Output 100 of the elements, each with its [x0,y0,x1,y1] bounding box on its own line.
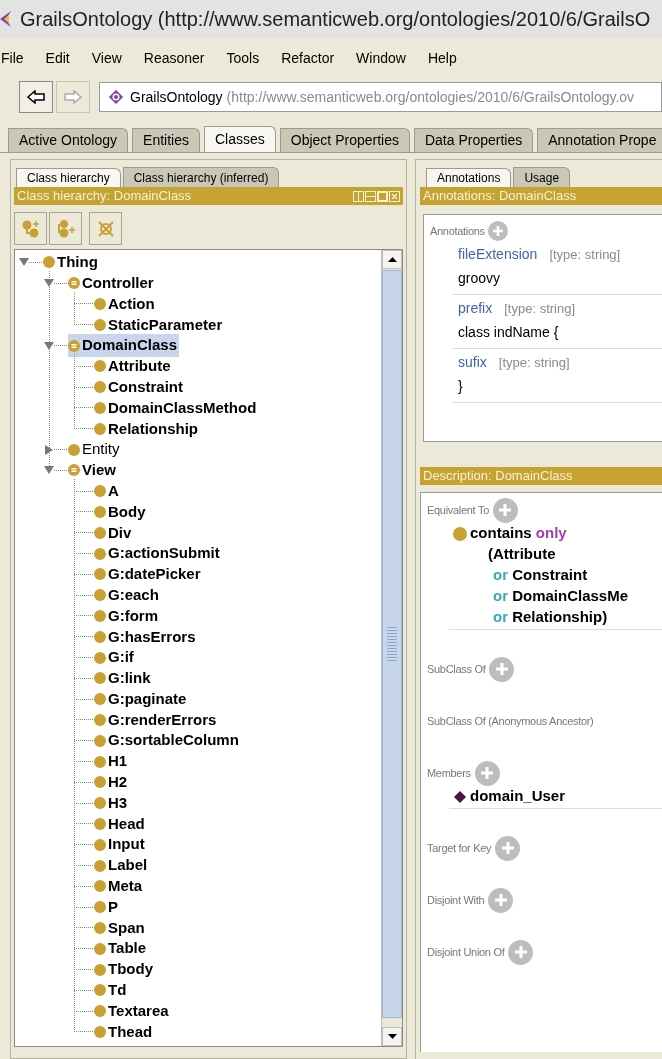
tab[interactable]: Object Properties [279,128,410,152]
menu-item[interactable]: File [1,47,24,69]
tree-item[interactable]: Td [94,979,129,1002]
tree-item[interactable]: DomainClass [68,334,180,357]
maximize-button[interactable] [377,190,388,202]
tree-item[interactable]: Controller [68,271,156,295]
add-button[interactable] [495,835,521,861]
tree-item[interactable]: Thing [43,251,100,274]
split-button[interactable] [353,190,364,202]
section-label: Target for Key [427,840,492,856]
minimize-button[interactable] [365,190,376,202]
add-button[interactable] [492,497,518,523]
tree-item[interactable]: G:form [94,604,160,628]
annotation-value: } [458,377,464,396]
tree-item[interactable]: StaticParameter [94,313,225,337]
annotation-type: [type: string] [504,300,576,318]
tab[interactable]: Usage [513,167,571,187]
panel-title: Annotations: DomainClass [423,187,577,206]
tree-item[interactable]: G:renderErrors [94,708,219,732]
tree-item[interactable]: A [94,479,121,503]
tree-item[interactable]: Action [94,292,157,316]
tree-item[interactable]: G:hasErrors [94,625,198,648]
tree-item[interactable]: Textarea [94,999,171,1023]
tab[interactable]: Class hierarchy [16,168,121,187]
tree-item[interactable]: G:paginate [94,687,189,711]
tree-item[interactable]: G:datePicker [94,563,203,586]
add-subclass-button[interactable] [14,212,47,245]
tab[interactable]: Annotations [426,168,512,187]
collapsed-triangle-icon[interactable] [44,444,54,455]
tree-item[interactable]: Meta [94,875,145,898]
tree-item[interactable]: Relationship [94,417,200,441]
scroll-down-button[interactable] [382,1027,402,1046]
tab[interactable]: Data Properties [413,128,534,152]
right-arrow-icon [64,90,82,104]
tree-item[interactable]: G:link [94,667,153,690]
tree-item[interactable]: Label [94,854,150,877]
annotation-property[interactable]: fileExtension [458,244,538,265]
scroll-up-button[interactable] [382,250,402,269]
tree-item[interactable]: Thead [94,1020,155,1044]
expression-line: (Attribute [488,544,556,565]
tree-item[interactable]: DomainClassMethod [94,396,259,420]
tree-item[interactable]: G:sortableColumn [94,729,241,752]
expanded-triangle-icon[interactable] [44,465,54,476]
delete-class-button[interactable] [89,212,122,245]
tree-item[interactable]: Body [94,500,148,524]
tree-item[interactable]: H1 [94,750,130,773]
tree-item[interactable]: Span [94,916,147,940]
tree-item[interactable]: View [68,459,118,482]
expanded-triangle-icon[interactable] [19,257,29,268]
tree-item[interactable]: G:if [94,646,136,669]
tree-item[interactable]: Constraint [94,375,185,399]
menu-item[interactable]: Refactor [281,47,335,69]
add-sibling-button[interactable] [49,212,82,245]
plus-icon [493,893,508,907]
tab[interactable]: Entities [132,128,200,152]
ontology-name: GrailsOntology [130,87,223,107]
tree-item[interactable]: H2 [94,771,130,794]
ontology-iri: (http://www.semanticweb.org/ontologies/2010/6/GrailsOntology.ov [226,87,635,107]
section-label: Equivalent To [427,502,489,518]
tree-item[interactable]: Attribute [94,355,173,378]
tree-item[interactable]: H3 [94,791,130,815]
expression-line: or Constraint [493,565,588,586]
expanded-triangle-icon[interactable] [44,278,54,289]
plus-icon [494,662,509,676]
tab[interactable]: Classes [204,126,276,152]
back-button[interactable] [19,81,53,113]
expanded-triangle-icon[interactable] [44,340,54,351]
menu-item[interactable]: Window [356,47,406,69]
menu-item[interactable]: Reasoner [143,47,205,69]
menu-item[interactable]: Help [427,47,457,69]
menu-item[interactable]: Tools [226,47,260,69]
tree-item[interactable]: G:each [94,583,161,607]
tree-item[interactable]: Entity [68,438,122,461]
add-button[interactable] [508,939,534,965]
plus-icon [513,945,528,959]
tree-item[interactable]: G:actionSubmit [94,542,222,565]
add-button[interactable] [489,656,515,682]
menu-item[interactable]: Edit [45,47,70,69]
tree-item[interactable]: Head [94,812,147,836]
annotation-property[interactable]: sufix [458,352,487,373]
tab[interactable]: Active Ontology [8,128,129,152]
tab[interactable]: Annotation Prope [537,128,662,152]
close-button[interactable] [389,190,400,202]
tree-item[interactable]: Div [94,521,134,544]
annotation-property[interactable]: prefix [458,298,493,319]
section-label: SubClass Of [427,661,486,677]
tree-item[interactable]: Input [94,833,147,856]
tree-item[interactable]: P [94,895,120,919]
app-icon [0,10,12,28]
panel-title: Class hierarchy: DomainClass [17,187,192,206]
add-button[interactable] [488,887,514,913]
add-button[interactable] [487,221,508,241]
tree-item[interactable]: Tbody [94,958,155,981]
ontology-field[interactable]: GrailsOntology (http://www.semanticweb.org/ontologies/2010/6/GrailsOntology.ov [99,82,662,112]
tree-item[interactable]: Table [94,937,149,960]
expression-line: or Relationship) [493,607,608,628]
tab[interactable]: Class hierarchy (inferred) [122,167,280,187]
menu-item[interactable]: View [91,47,122,69]
add-button[interactable] [474,760,500,786]
plus-icon [480,766,495,780]
